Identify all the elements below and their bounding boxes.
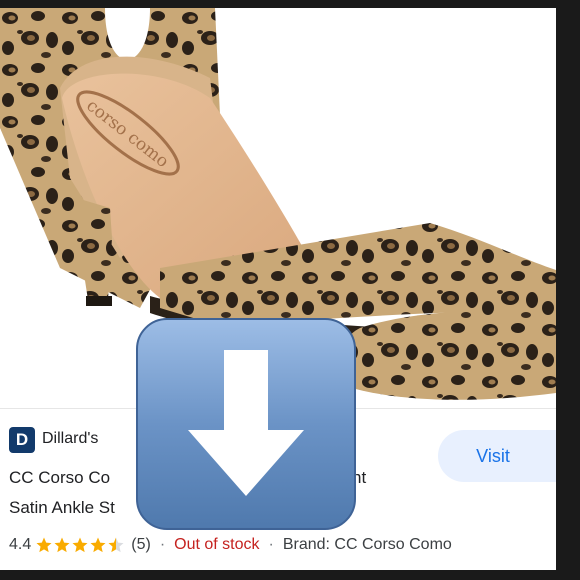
product-title-line1: CC Corso Co: [9, 468, 111, 487]
half-star-icon: [108, 537, 124, 553]
product-title-line2: Satin Ankle St: [9, 498, 115, 517]
separator-dot: ·: [159, 536, 166, 553]
star-icon: [36, 537, 52, 553]
star-icon: [90, 537, 106, 553]
review-count[interactable]: (5): [131, 536, 151, 554]
right-edge: [556, 0, 580, 580]
product-title[interactable]: CC Corso Co Satin Ankle St: [9, 463, 115, 523]
visit-button[interactable]: Visit: [438, 430, 556, 482]
rating-value: 4.4: [9, 536, 32, 553]
star-icon: [54, 537, 70, 553]
top-edge: [0, 0, 580, 8]
star-icon: [72, 537, 88, 553]
separator-dot: ·: [268, 536, 274, 553]
stock-status: Out of stock: [174, 536, 260, 553]
merchant-name[interactable]: Dillard's: [42, 430, 98, 448]
rating-row: 4.4 (5) · Out of stock · Brand: CC Corso…: [9, 533, 452, 557]
bottom-edge: [0, 570, 580, 580]
download-arrow-icon: [136, 318, 356, 530]
brand-label: Brand: CC Corso Como: [282, 536, 452, 553]
dillards-logo-icon: D: [9, 427, 35, 453]
star-rating: [35, 536, 125, 554]
